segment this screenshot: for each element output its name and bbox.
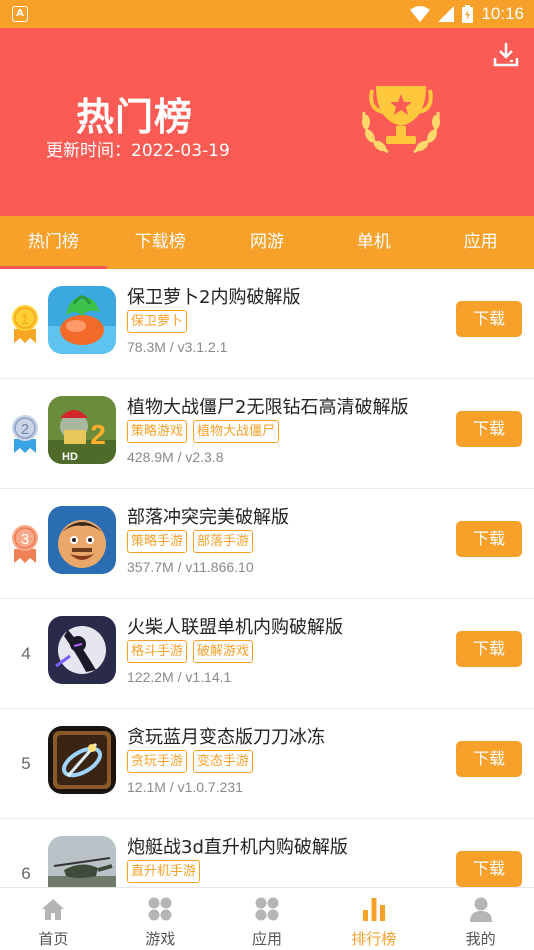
app-icon <box>48 506 116 574</box>
rank-number: 2 <box>21 421 29 438</box>
trophy-icon <box>362 86 440 154</box>
app-title: 植物大战僵尸2无限钻石高清破解版 <box>127 397 409 418</box>
nav-games[interactable]: 游戏 <box>107 888 214 950</box>
app-title: 部落冲突完美破解版 <box>127 507 289 528</box>
tag[interactable]: 策略游戏 <box>127 420 188 443</box>
tag-list: 保卫萝卜 <box>127 310 188 333</box>
nav-label: 首页 <box>38 930 69 948</box>
tag[interactable]: 保卫萝卜 <box>127 310 188 333</box>
tag[interactable]: 贪玩手游 <box>127 750 188 773</box>
page-title: 热门榜 <box>76 95 194 139</box>
download-button[interactable]: 下载 <box>456 521 522 557</box>
tag[interactable]: 策略手游 <box>127 530 188 553</box>
battery-icon <box>462 5 474 23</box>
user-icon <box>469 897 492 922</box>
app-icon <box>48 726 116 794</box>
nav-label: 排行榜 <box>351 930 397 948</box>
tag[interactable]: 植物大战僵尸 <box>193 420 280 443</box>
wifi-icon <box>410 6 431 22</box>
tag[interactable]: 部落手游 <box>193 530 254 553</box>
nav-label: 我的 <box>465 930 496 948</box>
apps-grid-icon <box>255 897 279 921</box>
ranking-banner: 热门榜 更新时间：2022-03-19 <box>0 28 534 216</box>
signal-icon <box>438 6 455 22</box>
rank-number: 6 <box>21 864 31 883</box>
app-icon: 2 HD <box>48 396 116 464</box>
tag-list: 格斗手游 破解游戏 <box>127 640 254 663</box>
tab-single-player[interactable]: 单机 <box>320 216 427 269</box>
bronze-medal-icon: 3 <box>12 525 38 563</box>
category-tabs: 热门榜 下载榜 网游 单机 应用 <box>0 216 534 269</box>
download-button[interactable]: 下载 <box>456 301 522 337</box>
list-item[interactable]: 6 炮艇战3d直升机内购破解版 直升机手游 下载 <box>0 819 534 887</box>
rank-number: 3 <box>21 531 29 548</box>
download-button[interactable]: 下载 <box>456 631 522 667</box>
home-icon <box>42 899 65 920</box>
list-item[interactable]: 5 贪玩蓝月变态版刀刀冰冻 贪玩手游 变态手游 12.1M / v1.0.7.2… <box>0 709 534 819</box>
tag-list: 策略手游 部落手游 <box>127 530 254 553</box>
download-manager-icon[interactable] <box>492 40 520 68</box>
status-icons: 10:16 <box>410 3 524 25</box>
list-item[interactable]: 1 保卫萝卜2内购破解版 保卫萝卜 78.3M / v3.1.2.1 下载 <box>0 269 534 379</box>
app-title: 火柴人联盟单机内购破解版 <box>127 617 343 638</box>
clock: 10:16 <box>481 4 524 23</box>
nav-apps[interactable]: 应用 <box>214 888 321 950</box>
app-icon <box>48 616 116 684</box>
app-size-version: 78.3M / v3.1.2.1 <box>127 339 228 355</box>
tag-list: 贪玩手游 变态手游 <box>127 750 254 773</box>
tag[interactable]: 直升机手游 <box>127 860 201 883</box>
list-item[interactable]: 2 2 HD 植物大战僵尸2无限钻石高清破解版 策略游戏 植物大战僵尸 428.… <box>0 379 534 489</box>
rank-number: 4 <box>21 644 31 663</box>
svg-text:HD: HD <box>62 451 78 463</box>
list-item[interactable]: 3 部落冲突完美破解版 策略手游 部落手游 357.7M / v11.866.1… <box>0 489 534 599</box>
tag-list: 直升机手游 <box>127 860 201 883</box>
rank-number: 5 <box>21 754 31 773</box>
app-notification-icon: A <box>12 6 28 22</box>
nav-ranking[interactable]: 排行榜 <box>320 888 427 950</box>
nav-home[interactable]: 首页 <box>0 888 107 950</box>
tab-downloads[interactable]: 下载榜 <box>107 216 214 269</box>
rank-number: 1 <box>21 311 29 328</box>
app-title: 贪玩蓝月变态版刀刀冰冻 <box>127 727 325 748</box>
ranking-list: 1 保卫萝卜2内购破解版 保卫萝卜 78.3M / v3.1.2.1 下载 2 <box>0 269 534 887</box>
tag[interactable]: 格斗手游 <box>127 640 188 663</box>
app-title: 炮艇战3d直升机内购破解版 <box>127 837 348 858</box>
gold-medal-icon: 1 <box>12 305 38 343</box>
tag[interactable]: 变态手游 <box>193 750 254 773</box>
nav-label: 游戏 <box>145 930 176 948</box>
silver-medal-icon: 2 <box>12 415 38 453</box>
tab-online-games[interactable]: 网游 <box>214 216 321 269</box>
download-button[interactable]: 下载 <box>456 411 522 447</box>
app-icon <box>48 286 116 354</box>
list-item[interactable]: 4 火柴人联盟单机内购破解版 格斗手游 破解游戏 122.2M / v1.14.… <box>0 599 534 709</box>
app-size-version: 122.2M / v1.14.1 <box>127 669 232 685</box>
download-button[interactable]: 下载 <box>456 741 522 777</box>
tag-list: 策略游戏 植物大战僵尸 <box>127 420 280 443</box>
games-grid-icon <box>148 897 172 921</box>
tag[interactable]: 破解游戏 <box>193 640 254 663</box>
bar-chart-icon <box>362 898 385 921</box>
app-title: 保卫萝卜2内购破解版 <box>127 287 301 308</box>
tab-hot[interactable]: 热门榜 <box>0 216 107 269</box>
bottom-navigation: 首页 游戏 应用 排行榜 我的 <box>0 887 534 950</box>
app-icon <box>48 836 116 887</box>
tab-apps[interactable]: 应用 <box>427 216 534 269</box>
status-bar: A 10:16 <box>0 0 534 28</box>
nav-label: 应用 <box>251 930 282 948</box>
nav-profile[interactable]: 我的 <box>427 888 534 950</box>
app-size-version: 12.1M / v1.0.7.231 <box>127 779 243 795</box>
download-button[interactable]: 下载 <box>456 851 522 887</box>
svg-text:2: 2 <box>90 419 106 450</box>
app-size-version: 428.9M / v2.3.8 <box>127 449 224 465</box>
app-size-version: 357.7M / v11.866.10 <box>127 559 254 575</box>
update-time: 更新时间：2022-03-19 <box>46 141 230 161</box>
